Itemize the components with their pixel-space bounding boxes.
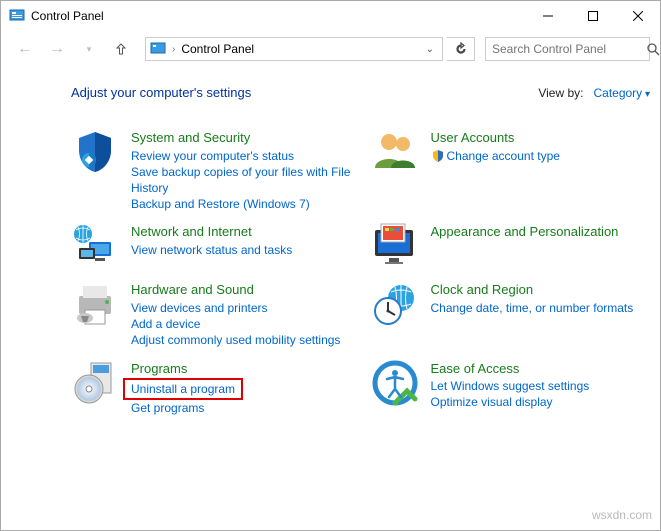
category-hardware: Hardware and Sound View devices and prin… — [71, 280, 351, 348]
titlebar: Control Panel — [1, 1, 660, 31]
category-clock: Clock and Region Change date, time, or n… — [371, 280, 651, 348]
network-icon — [71, 222, 119, 270]
category-title[interactable]: Appearance and Personalization — [431, 224, 651, 240]
category-title[interactable]: Hardware and Sound — [131, 282, 351, 298]
category-title[interactable]: Ease of Access — [431, 361, 651, 377]
sublink[interactable]: Change account type — [431, 148, 651, 164]
categories-grid: System and Security Review your computer… — [71, 128, 650, 416]
printer-icon — [71, 280, 119, 328]
sublink[interactable]: Review your computer's status — [131, 148, 351, 164]
category-user-accounts: User Accounts Change account type — [371, 128, 651, 212]
viewby-label: View by: — [538, 86, 583, 100]
sublink[interactable]: Change date, time, or number formats — [431, 300, 651, 316]
category-title[interactable]: System and Security — [131, 130, 351, 146]
category-title[interactable]: Clock and Region — [431, 282, 651, 298]
addressbar-dropdown-icon[interactable]: ⌄ — [422, 44, 438, 55]
sublink-uninstall-program[interactable]: Uninstall a program — [131, 381, 235, 397]
ease-of-access-icon — [371, 359, 419, 407]
category-network: Network and Internet View network status… — [71, 222, 351, 270]
category-appearance: Appearance and Personalization — [371, 222, 651, 270]
shield-icon — [71, 128, 119, 176]
content-area: Adjust your computer's settings View by:… — [1, 67, 660, 426]
searchbox[interactable] — [485, 37, 650, 61]
highlight-box: Uninstall a program — [123, 378, 243, 400]
sublink[interactable]: View devices and printers — [131, 300, 351, 316]
viewby-dropdown[interactable]: Category — [593, 86, 650, 100]
category-title[interactable]: User Accounts — [431, 130, 651, 146]
chevron-right-icon: › — [172, 44, 175, 55]
search-icon[interactable] — [647, 43, 660, 56]
sublink[interactable]: Add a device — [131, 316, 351, 332]
monitor-picture-icon — [371, 222, 419, 270]
users-icon — [371, 128, 419, 176]
addressbar[interactable]: › Control Panel ⌄ — [145, 37, 443, 61]
window-title: Control Panel — [31, 9, 525, 23]
search-input[interactable] — [492, 42, 647, 56]
refresh-button[interactable] — [447, 37, 475, 61]
sublink[interactable]: Adjust commonly used mobility settings — [131, 332, 351, 348]
addressbar-icon — [150, 41, 166, 57]
control-panel-icon — [9, 8, 25, 24]
clock-globe-icon — [371, 280, 419, 328]
forward-button[interactable]: → — [43, 35, 71, 63]
category-programs: Programs Uninstall a program Get program… — [71, 359, 351, 417]
watermark: wsxdn.com — [592, 508, 652, 522]
sublink[interactable]: Get programs — [131, 400, 351, 416]
sublink[interactable]: View network status and tasks — [131, 242, 351, 258]
category-title[interactable]: Network and Internet — [131, 224, 351, 240]
up-button[interactable] — [107, 35, 135, 63]
uac-shield-icon — [431, 149, 445, 163]
back-button[interactable]: ← — [11, 35, 39, 63]
sublink[interactable]: Save backup copies of your files with Fi… — [131, 164, 351, 196]
header-row: Adjust your computer's settings View by:… — [71, 85, 650, 100]
disc-box-icon — [71, 359, 119, 407]
category-system-security: System and Security Review your computer… — [71, 128, 351, 212]
addressbar-location: Control Panel — [181, 42, 254, 56]
window-controls — [525, 1, 660, 31]
sublink[interactable]: Let Windows suggest settings — [431, 378, 651, 394]
sublink[interactable]: Optimize visual display — [431, 394, 651, 410]
navigation-bar: ← → ▾ › Control Panel ⌄ — [1, 31, 660, 67]
sublink[interactable]: Backup and Restore (Windows 7) — [131, 196, 351, 212]
minimize-button[interactable] — [525, 1, 570, 31]
maximize-button[interactable] — [570, 1, 615, 31]
control-panel-window: Control Panel ← → ▾ › Control Panel — [0, 0, 661, 531]
category-ease-of-access: Ease of Access Let Windows suggest setti… — [371, 359, 651, 417]
recent-dropdown-icon[interactable]: ▾ — [75, 35, 103, 63]
page-title: Adjust your computer's settings — [71, 85, 538, 100]
category-title[interactable]: Programs — [131, 361, 351, 377]
close-button[interactable] — [615, 1, 660, 31]
